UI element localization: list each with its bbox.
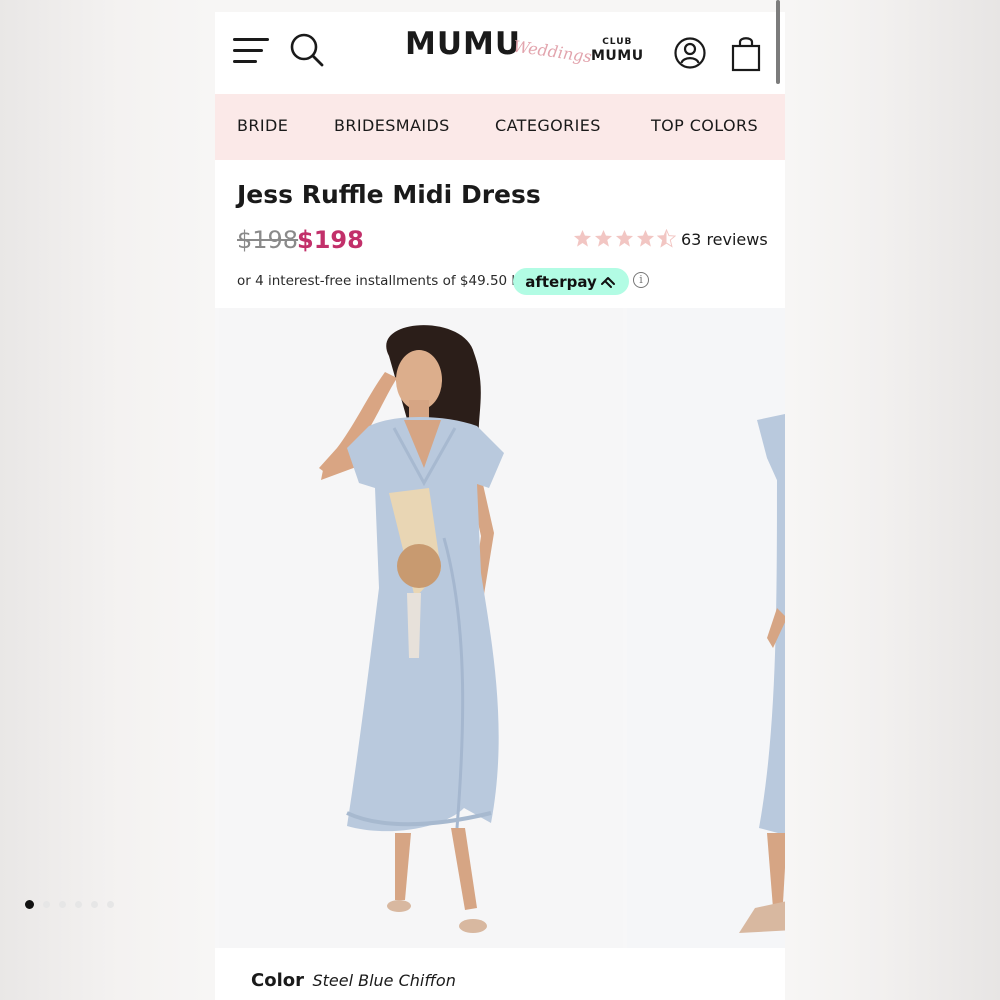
afterpay-logo-icon	[600, 276, 615, 288]
carousel-dot[interactable]	[25, 900, 34, 909]
product-image-carousel[interactable]	[215, 308, 785, 948]
color-label: Color	[251, 970, 304, 991]
logo-text: MUMU	[405, 26, 522, 62]
carousel-dot[interactable]	[59, 901, 66, 908]
logo-script-text: Weddings	[512, 36, 593, 67]
star-icon	[594, 229, 613, 247]
nav-item-top-colors[interactable]: TOP COLORS	[651, 116, 758, 135]
account-icon[interactable]	[673, 36, 707, 70]
product-image-main[interactable]	[219, 308, 623, 948]
color-selector: Color Steel Blue Chiffon	[251, 970, 456, 991]
search-icon[interactable]	[289, 32, 325, 68]
phone-screen: MUMU Weddings CLUB MUMU BRIDE BRIDESMAID…	[215, 12, 785, 1000]
info-icon[interactable]: i	[633, 272, 649, 288]
shopping-bag-icon[interactable]	[730, 34, 762, 72]
scrollbar[interactable]	[776, 0, 780, 84]
reviews-link[interactable]: 63 reviews	[681, 230, 768, 249]
nav-item-bride[interactable]: BRIDE	[237, 116, 288, 135]
club-bottom-text: MUMU	[591, 48, 644, 64]
site-header: MUMU Weddings CLUB MUMU	[215, 12, 785, 94]
carousel-dot[interactable]	[107, 901, 114, 908]
model-photo	[219, 308, 623, 948]
menu-icon[interactable]	[231, 36, 271, 66]
installments-text: or 4 interest-free installments of $49.5…	[237, 273, 528, 289]
afterpay-label: afterpay	[525, 272, 597, 291]
half-star-icon	[657, 229, 676, 248]
star-icon	[615, 229, 634, 247]
club-top-text: CLUB	[602, 37, 633, 47]
category-nav: BRIDE BRIDESMAIDS CATEGORIES TOP COLORS	[215, 94, 785, 160]
afterpay-badge[interactable]: afterpay	[513, 268, 629, 295]
club-mumu-logo[interactable]: CLUB MUMU	[591, 37, 644, 64]
model-photo-side	[627, 308, 785, 948]
carousel-dot[interactable]	[91, 901, 98, 908]
product-image-next[interactable]	[627, 308, 785, 948]
star-icon	[573, 229, 592, 247]
product-title: Jess Ruffle Midi Dress	[237, 180, 541, 209]
color-value: Steel Blue Chiffon	[312, 971, 456, 990]
original-price: $198	[237, 226, 299, 254]
carousel-dot[interactable]	[43, 901, 50, 908]
nav-item-bridesmaids[interactable]: BRIDESMAIDS	[334, 116, 450, 135]
star-icon	[636, 229, 655, 247]
carousel-pagination	[25, 900, 114, 909]
rating-stars[interactable]	[573, 229, 676, 248]
carousel-dot[interactable]	[75, 901, 82, 908]
nav-item-categories[interactable]: CATEGORIES	[495, 116, 601, 135]
sale-price: $198	[297, 226, 364, 254]
